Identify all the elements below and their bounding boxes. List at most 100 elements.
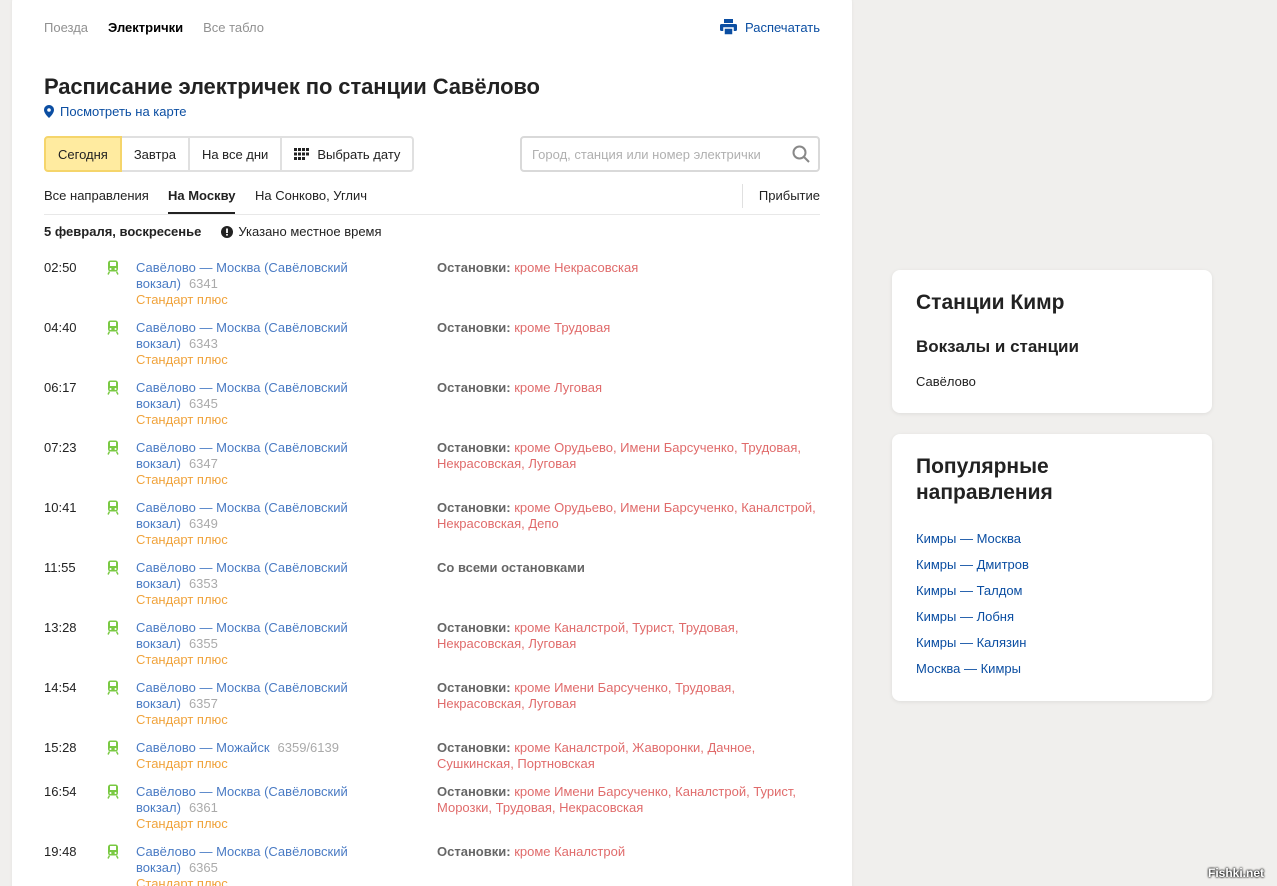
train-number: 6357: [188, 696, 218, 711]
train-info: Савёлово — Москва (Савёловский вокзал) 63…: [136, 844, 366, 886]
train-info: Савёлово — Москва (Савёловский вокзал) 63…: [136, 260, 366, 308]
tab-all-directions[interactable]: Все направления: [44, 188, 149, 212]
train-number: 6345: [188, 396, 218, 411]
direction-link[interactable]: Кимры — Москва: [916, 531, 1029, 557]
stops-info: Остановки: кроме Каналстрой, Турист, Тру…: [437, 620, 817, 652]
train-class: Стандарт плюс: [136, 472, 228, 487]
route-link[interactable]: Савёлово — Москва (Савёловский вокзал): [136, 320, 348, 351]
print-button[interactable]: Распечатать: [720, 19, 820, 35]
tab-tomorrow-label: Завтра: [133, 146, 176, 162]
train-info: Савёлово — Можайск 6359/6139 Стандарт плюс: [136, 740, 366, 772]
stops-label: Остановки:: [437, 740, 511, 755]
train-icon: [107, 440, 119, 455]
stops-info: Остановки: кроме Некрасовская: [437, 260, 817, 276]
train-icon: [107, 740, 119, 755]
direction-link[interactable]: Москва — Кимры: [916, 661, 1029, 687]
route-link[interactable]: Савёлово — Москва (Савёловский вокзал): [136, 380, 348, 411]
nav-suburban[interactable]: Электрички: [108, 20, 183, 36]
stops-value: кроме Некрасовская: [514, 260, 639, 275]
tab-to-sonkovo-uglich[interactable]: На Сонково, Углич: [255, 188, 367, 212]
train-info: Савёлово — Москва (Савёловский вокзал) 63…: [136, 440, 366, 488]
route-link[interactable]: Савёлово — Москва (Савёловский вокзал): [136, 560, 348, 591]
stops-label: Остановки:: [437, 440, 511, 455]
map-link[interactable]: Посмотреть на карте: [44, 104, 186, 119]
train-number: 6355: [188, 636, 218, 651]
nav-all-boards[interactable]: Все табло: [203, 20, 264, 36]
train-info: Савёлово — Москва (Савёловский вокзал) 63…: [136, 380, 366, 428]
stops-info: Остановки: кроме Орудьево, Имени Барсуче…: [437, 440, 817, 472]
train-info: Савёлово — Москва (Савёловский вокзал) 63…: [136, 620, 366, 668]
route-link[interactable]: Савёлово — Москва (Савёловский вокзал): [136, 680, 348, 711]
train-icon: [107, 844, 119, 859]
route-link[interactable]: Савёлово — Москва (Савёловский вокзал): [136, 440, 348, 471]
train-info: Савёлово — Москва (Савёловский вокзал) 63…: [136, 560, 366, 608]
train-number: 6343: [188, 336, 218, 351]
stops-info: Остановки: кроме Трудовая: [437, 320, 817, 336]
route-link[interactable]: Савёлово — Москва (Савёловский вокзал): [136, 620, 348, 651]
top-nav: Поезда Электрички Все табло: [44, 20, 264, 36]
route-link[interactable]: Савёлово — Москва (Савёловский вокзал): [136, 784, 348, 815]
stops-value: кроме Трудовая: [514, 320, 611, 335]
train-icon: [107, 784, 119, 799]
train-info: Савёлово — Москва (Савёловский вокзал) 63…: [136, 784, 366, 832]
route-link[interactable]: Савёлово — Можайск: [136, 740, 270, 755]
stops-label: Остановки:: [437, 844, 511, 859]
tab-tomorrow[interactable]: Завтра: [121, 136, 190, 172]
stops-info: Остановки: кроме Имени Барсученко, Трудо…: [437, 680, 817, 712]
train-number: 6365: [188, 860, 218, 875]
nav-trains[interactable]: Поезда: [44, 20, 88, 36]
train-number: 6359/6139: [277, 740, 339, 755]
train-icon: [107, 260, 119, 275]
train-icon: [107, 500, 119, 515]
stops-info: Остановки: кроме Орудьево, Имени Барсуче…: [437, 500, 817, 532]
train-icon: [107, 320, 119, 335]
train-number: 6361: [188, 800, 218, 815]
print-label: Распечатать: [745, 19, 821, 35]
stops-label: Остановки:: [437, 320, 511, 335]
train-class: Стандарт плюс: [136, 292, 228, 307]
station-link-savelovo[interactable]: Савёлово: [916, 374, 976, 389]
direction-link[interactable]: Кимры — Дмитров: [916, 557, 1029, 583]
train-icon: [107, 620, 119, 635]
date-selector: Сегодня Завтра На все дни Выбрать дату: [44, 136, 415, 172]
departure-time: 14:54: [44, 680, 77, 695]
stops-value: кроме Луговая: [514, 380, 603, 395]
departure-time: 06:17: [44, 380, 77, 395]
departure-time: 04:40: [44, 320, 77, 335]
departure-time: 16:54: [44, 784, 77, 799]
stations-card-title: Станции Кимр: [916, 291, 1065, 314]
tab-all-days[interactable]: На все дни: [189, 136, 283, 172]
direction-link[interactable]: Кимры — Калязин: [916, 635, 1029, 661]
route-link[interactable]: Савёлово — Москва (Савёловский вокзал): [136, 260, 348, 291]
search-button[interactable]: [784, 145, 818, 163]
departure-time: 11:55: [44, 560, 76, 575]
route-link[interactable]: Савёлово — Москва (Савёловский вокзал): [136, 844, 348, 875]
tab-pick-date[interactable]: Выбрать дату: [282, 136, 415, 172]
map-link-label: Посмотреть на карте: [60, 104, 187, 119]
train-number: 6353: [188, 576, 218, 591]
direction-tabs: Все направления На Москву На Сонково, Уг…: [44, 184, 820, 215]
departure-time: 13:28: [44, 620, 77, 635]
search-box: [520, 136, 820, 172]
train-class: Стандарт плюс: [136, 756, 228, 771]
direction-link[interactable]: Кимры — Лобня: [916, 609, 1029, 635]
stations-card-subtitle: Вокзалы и станции: [916, 337, 1079, 356]
local-time-label: Указано местное время: [238, 224, 382, 239]
train-icon: [107, 380, 119, 395]
departure-time: 19:48: [44, 844, 77, 859]
search-input[interactable]: [522, 138, 784, 170]
tab-to-moscow[interactable]: На Москву: [168, 188, 236, 214]
schedule-date: 5 февраля, воскресенье: [44, 224, 202, 239]
direction-link[interactable]: Кимры — Талдом: [916, 583, 1029, 609]
divider: [742, 184, 743, 208]
arrival-toggle[interactable]: Прибытие: [759, 188, 820, 203]
stops-label: Остановки:: [437, 620, 511, 635]
exclamation-icon: [221, 225, 234, 238]
route-link[interactable]: Савёлово — Москва (Савёловский вокзал): [136, 500, 348, 531]
stops-info: Остановки: кроме Каналстрой: [437, 844, 817, 860]
departure-time: 10:41: [44, 500, 77, 515]
train-class: Стандарт плюс: [136, 352, 228, 367]
tab-today[interactable]: Сегодня: [44, 136, 122, 172]
stops-value: кроме Каналстрой: [514, 844, 626, 859]
train-info: Савёлово — Москва (Савёловский вокзал) 63…: [136, 500, 366, 548]
